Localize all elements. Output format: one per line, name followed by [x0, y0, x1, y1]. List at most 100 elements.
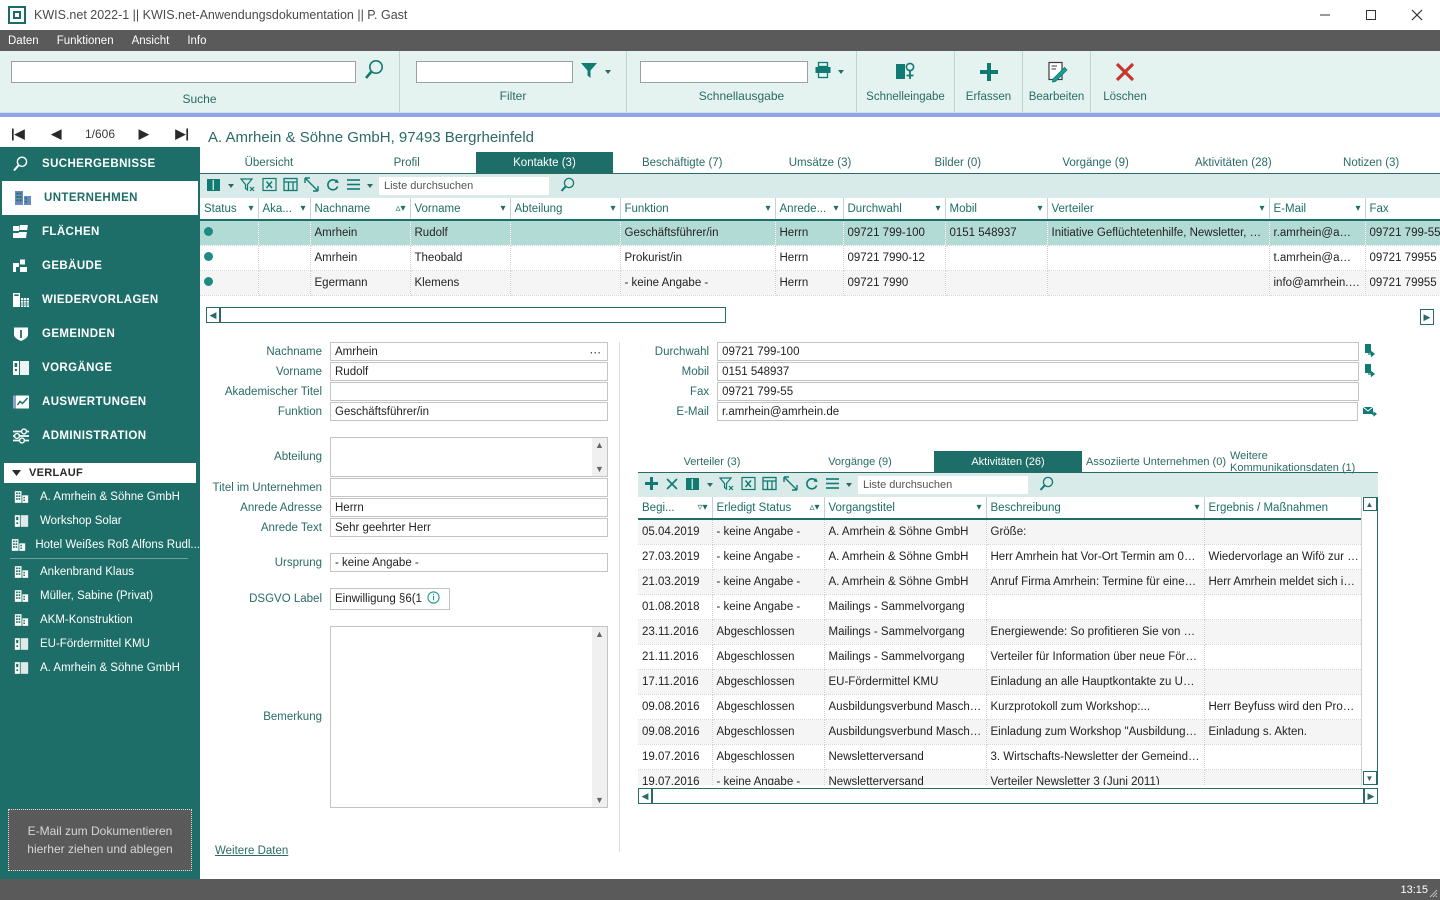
menu-item-info[interactable]: Info — [187, 35, 206, 47]
sort-asc-icon[interactable]: ▵ — [395, 203, 400, 214]
field-nachname[interactable]: Amrhein ⋯ — [330, 342, 608, 361]
table-row[interactable]: Amrhein Rudolf Geschäftsführer/in Herrn 0972… — [200, 220, 1440, 246]
chevron-up-icon[interactable]: ▲ — [595, 440, 604, 450]
dial-out-icon[interactable] — [1363, 343, 1378, 361]
chevron-down-icon[interactable]: ▼ — [595, 795, 604, 805]
field-akademischer-titel[interactable] — [330, 382, 608, 401]
filter-dropdown-caret[interactable] — [604, 69, 611, 74]
menu-item-ansicht[interactable]: Ansicht — [132, 35, 170, 47]
hscroll-right-button[interactable]: ▶ — [1364, 788, 1378, 804]
column-header-anrede-[interactable]: Anrede... ▾ — [775, 198, 844, 221]
column-filter-icon[interactable]: ▾ — [1355, 203, 1360, 214]
sort-desc-icon[interactable]: ▿ — [697, 502, 702, 513]
menu-icon[interactable] — [346, 178, 361, 194]
field-abteilung[interactable]: ▲ ▼ — [330, 437, 608, 477]
chevron-down-icon[interactable]: ▼ — [595, 464, 604, 474]
refresh-icon[interactable] — [804, 476, 819, 494]
column-filter-icon[interactable]: ▾ — [1259, 203, 1264, 214]
field-mobil[interactable]: 0151 548937 — [717, 362, 1359, 381]
maximize-button[interactable] — [1348, 0, 1394, 30]
field-funktion[interactable]: Geschäftsführer/in — [330, 402, 608, 421]
menu-dropdown-caret[interactable] — [846, 483, 852, 487]
column-filter-icon[interactable]: ▾ — [248, 203, 253, 214]
pager-prev-button[interactable]: ◀ — [48, 126, 64, 142]
column-header-status[interactable]: Status ▾ — [200, 198, 259, 221]
tab-notizen-3-[interactable]: Notizen (3) — [1302, 152, 1440, 173]
sidebar-item-wiedervorlagen[interactable]: WIEDERVORLAGEN — [0, 283, 200, 317]
table-row[interactable]: 19.07.2016- keine Angabe - Newslettervers… — [638, 769, 1361, 785]
contacts-hscroll-right-button[interactable]: ▶ — [1420, 309, 1434, 325]
sidebar-item-administration[interactable]: ADMINISTRATION — [0, 419, 200, 453]
bearbeiten-button[interactable]: Bearbeiten — [1023, 51, 1091, 112]
column-header-nachname[interactable]: Nachname ▾ ▵ — [310, 198, 411, 221]
menu-item-funktionen[interactable]: Funktionen — [57, 35, 114, 47]
table-row[interactable]: 09.08.2016 Abgeschlossen Ausbildungsverbun… — [638, 694, 1361, 720]
column-filter-icon[interactable]: ▾ — [300, 203, 305, 214]
field-bemerkung[interactable]: ▲ ▼ — [330, 626, 608, 808]
table-row[interactable]: Amrhein Theobald Prokurist/in Herrn 09721 79… — [200, 245, 1440, 271]
sort-asc-icon[interactable]: ▵ — [809, 502, 814, 513]
tab-bilder-0-[interactable]: Bilder (0) — [889, 152, 1027, 173]
table-row[interactable]: 17.11.2016 Abgeschlossen EU-Fördermittel K… — [638, 669, 1361, 695]
history-item[interactable]: Workshop Solar — [0, 509, 200, 533]
column-filter-icon[interactable]: ▾ — [935, 203, 940, 214]
tab-vorg-nge-9-[interactable]: Vorgänge (9) — [1027, 152, 1165, 173]
schnelleingabe-button[interactable]: Schnelleingabe — [857, 51, 955, 112]
vscroll-down-button[interactable]: ▼ — [1362, 771, 1377, 785]
print-dropdown-caret[interactable] — [837, 69, 844, 74]
activities-search-input[interactable]: Liste durchsuchen — [858, 476, 1028, 494]
column-filter-icon[interactable]: ▾ — [976, 502, 981, 513]
filter-input[interactable] — [415, 60, 573, 83]
excel-export-icon[interactable] — [741, 476, 756, 494]
table-row[interactable]: 21.03.2019- keine Angabe - A. Amrhein & S… — [638, 569, 1361, 595]
column-header-e-mail[interactable]: E-Mail ▾ — [1269, 198, 1366, 221]
column-header-verteiler[interactable]: Verteiler ▾ — [1047, 198, 1270, 221]
loeschen-button[interactable]: Löschen — [1091, 51, 1159, 112]
column-filter-icon[interactable]: ▾ — [702, 502, 707, 513]
clear-filter-icon[interactable] — [239, 177, 256, 195]
column-filter-icon[interactable]: ▾ — [500, 203, 505, 214]
hscroll-left-button[interactable]: ◀ — [206, 307, 220, 323]
column-header-vorname[interactable]: Vorname ▾ — [410, 198, 511, 221]
sidebar-item-auswertungen[interactable]: AUSWERTUNGEN — [0, 385, 200, 419]
refresh-icon[interactable] — [325, 177, 340, 195]
column-header-durchwahl[interactable]: Durchwahl ▾ — [843, 198, 946, 221]
field-vorname[interactable]: Rudolf — [330, 362, 608, 381]
column-filter-icon[interactable]: ▾ — [1037, 203, 1042, 214]
field-ursprung[interactable]: - keine Angabe - — [330, 553, 608, 572]
subtab-vorg-nge-9-[interactable]: Vorgänge (9) — [786, 451, 934, 472]
ellipsis-icon[interactable]: ⋯ — [590, 345, 608, 359]
column-header-mobil[interactable]: Mobil ▾ — [945, 198, 1048, 221]
activities-grid[interactable]: Begi... ▾ ▿ Erledigt Status ▾ ▵ Vorgangstitel ▾… — [638, 497, 1361, 785]
table-row[interactable]: 09.08.2016 Abgeschlossen Ausbildungsverbun… — [638, 719, 1361, 745]
tab-kontakte-3-[interactable]: Kontakte (3) — [475, 152, 614, 173]
column-header-erledigt-status[interactable]: Erledigt Status ▾ ▵ — [712, 497, 825, 520]
column-filter-icon[interactable]: ▾ — [814, 502, 819, 513]
activities-hscrollbar[interactable]: ◀ ▶ — [638, 787, 1378, 805]
weitere-daten-link[interactable]: Weitere Daten — [205, 845, 288, 857]
columns-dropdown-caret[interactable] — [707, 483, 713, 487]
hscroll-track[interactable] — [220, 307, 726, 323]
column-header-aka-[interactable]: Aka... ▾ — [258, 198, 311, 221]
field-anrede-text[interactable]: Sehr geehrter Herr — [330, 518, 608, 537]
column-header-vorgangstitel[interactable]: Vorgangstitel ▾ — [824, 497, 987, 520]
subtab-weitere-kommunikationsdaten-1-[interactable]: Weitere Kommunikationsdaten (1) — [1230, 450, 1378, 474]
table-layout-icon[interactable] — [762, 476, 777, 494]
sidebar-item-gemeinden[interactable]: GEMEINDEN — [0, 317, 200, 351]
columns-icon[interactable] — [206, 178, 222, 195]
table-row[interactable]: 05.04.2019- keine Angabe - A. Amrhein & S… — [638, 519, 1361, 545]
field-dsgvo-label[interactable]: Einwilligung §6(1 — [330, 588, 450, 610]
table-layout-icon[interactable] — [283, 177, 298, 195]
chevron-up-icon[interactable]: ▲ — [595, 629, 604, 639]
column-header-abteilung[interactable]: Abteilung ▾ — [510, 198, 621, 221]
menu-item-daten[interactable]: Daten — [8, 35, 39, 47]
info-icon[interactable] — [427, 591, 440, 607]
table-row[interactable]: 19.07.2016 Abgeschlossen Newsletterversand… — [638, 744, 1361, 770]
printer-icon[interactable] — [814, 61, 832, 82]
history-item[interactable]: Müller, Sabine (Privat) — [0, 584, 200, 608]
resize-grip-icon[interactable] — [1426, 886, 1438, 898]
minimize-button[interactable] — [1302, 0, 1348, 30]
columns-icon[interactable] — [685, 477, 701, 494]
excel-export-icon[interactable] — [262, 177, 277, 195]
column-header-begi-[interactable]: Begi... ▾ ▿ — [638, 497, 713, 520]
